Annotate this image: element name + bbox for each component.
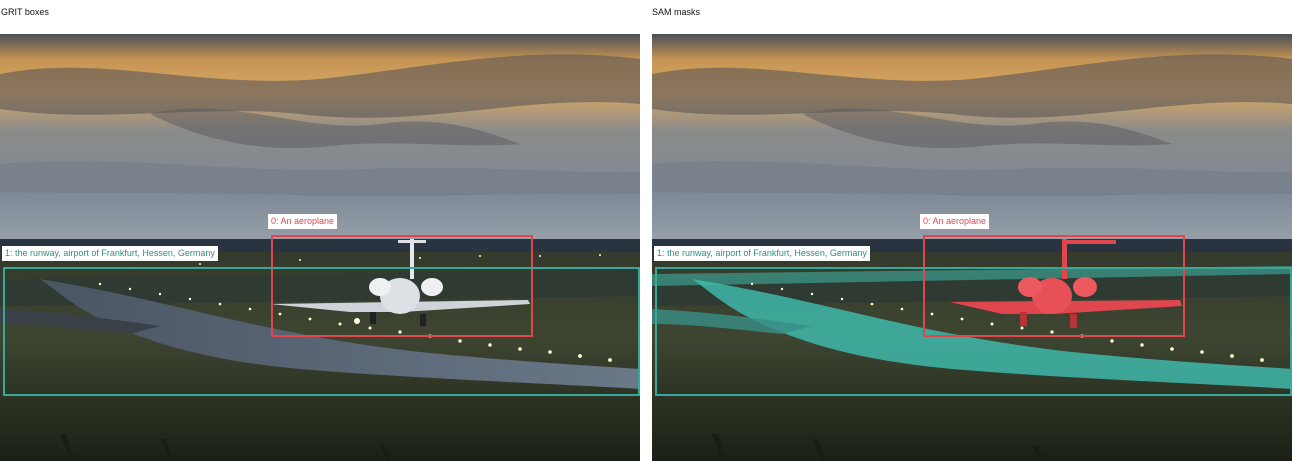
panel-title-grit: GRIT boxes [1, 7, 49, 17]
aeroplane-box-label: 0: An aeroplane [920, 214, 990, 229]
runway-box-label: 1: the runway, airport of Frankfurt, Hes… [654, 246, 870, 261]
runway-box-label: 1: the runway, airport of Frankfurt, Hes… [2, 246, 218, 261]
panel-title-sam: SAM masks [652, 7, 701, 17]
runway-bounding-box [3, 267, 640, 396]
aeroplane-box-label: 0: An aeroplane [268, 214, 338, 229]
sam-panel: 0: An aeroplane 1: the runway, airport o… [652, 34, 1292, 461]
grit-panel: 0: An aeroplane 1: the runway, airport o… [0, 34, 640, 461]
runway-bounding-box [655, 267, 1292, 396]
